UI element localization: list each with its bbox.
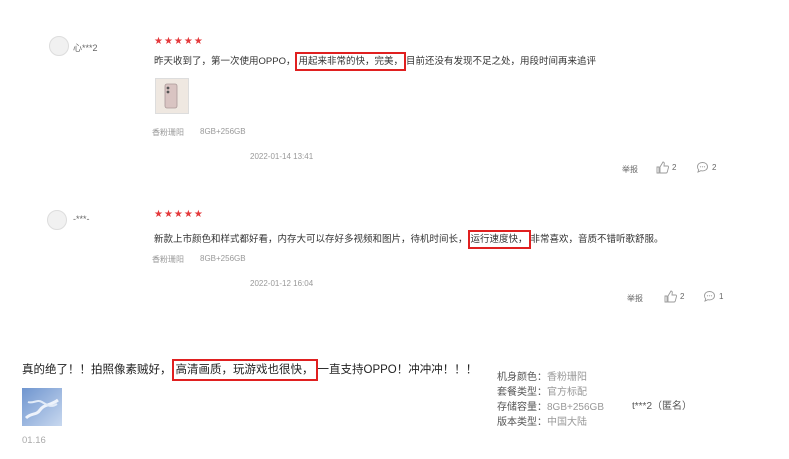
comment-button[interactable]: 2 <box>696 161 716 174</box>
spec-row: 存储容量：8GB+256GB <box>497 400 604 415</box>
report-button[interactable]: 举报 <box>622 164 638 175</box>
spec-row: 机身颜色：香粉珊阳 <box>497 370 604 385</box>
review-text-highlight: 运行速度快， <box>467 230 531 249</box>
user-avatar <box>47 210 67 230</box>
spec-storage: 8GB+256GB <box>200 254 246 263</box>
comment-button[interactable]: 1 <box>703 290 723 303</box>
review-text-end: 非常喜欢，音质不错听歌舒服。 <box>530 234 664 245</box>
review-text-start: 昨天收到了，第一次使用OPPO， <box>154 56 296 67</box>
report-button[interactable]: 举报 <box>627 293 643 304</box>
comment-bubble-icon <box>697 162 708 173</box>
spec-value: 中国大陆 <box>547 417 587 428</box>
spec-color: 香粉珊阳 <box>152 128 184 137</box>
review-text-start: 新款上市颜色和样式都好看，内存大可以存好多视频和图片，待机时间长， <box>154 234 468 245</box>
review-photo-thumbnail[interactable] <box>22 388 62 426</box>
sky-photo-icon <box>22 388 62 426</box>
spec-label: 版本类型： <box>497 417 547 428</box>
report-label: 举报 <box>622 165 638 174</box>
comment-count: 1 <box>719 292 724 301</box>
review-photo-thumbnail[interactable] <box>155 78 189 114</box>
anonymous-username: t***2（匿名） <box>632 401 693 412</box>
like-button[interactable]: 2 <box>664 290 684 303</box>
review-text-highlight: 高清画质，玩游戏也很快， <box>171 359 318 381</box>
phone-photo-icon <box>156 79 188 113</box>
star-rating: ★★★★★ <box>154 209 204 220</box>
user-avatar <box>49 36 69 56</box>
review-date: 01.16 <box>22 435 46 446</box>
review-text-highlight: 用起来非常的快，完美， <box>295 52 406 71</box>
review-text-end: 目前还没有发现不足之处，用段时间再来追评 <box>405 56 596 67</box>
like-count: 2 <box>680 292 685 301</box>
review-date: 2022-01-14 13:41 <box>250 152 314 161</box>
spec-value: 香粉珊阳 <box>547 372 587 383</box>
spec-label: 存储容量： <box>497 402 547 413</box>
review-text: 昨天收到了，第一次使用OPPO， 用起来非常的快，完美， 目前还没有发现不足之处，用… <box>154 52 596 71</box>
spec-row: 套餐类型：官方标配 <box>497 385 604 400</box>
comment-count: 2 <box>712 163 717 172</box>
review-date: 2022-01-12 16:04 <box>250 279 314 288</box>
review-username: -***- <box>73 214 90 224</box>
product-specs: 机身颜色：香粉珊阳 套餐类型：官方标配 存储容量：8GB+256GB 版本类型：… <box>497 370 604 430</box>
spec-label: 套餐类型： <box>497 387 547 398</box>
like-button[interactable]: 2 <box>656 161 676 174</box>
comment-bubble-icon <box>704 291 715 302</box>
review-text-start: 真的绝了！！拍照像素贼好， <box>22 364 172 376</box>
star-rating: ★★★★★ <box>154 36 204 47</box>
report-label: 举报 <box>627 294 643 303</box>
spec-value: 8GB+256GB <box>547 402 604 413</box>
spec-value: 官方标配 <box>547 387 587 398</box>
review-text-end: 一直支持OPPO！冲冲冲！！！ <box>317 364 478 376</box>
thumbs-up-icon <box>656 161 669 174</box>
spec-label: 机身颜色： <box>497 372 547 383</box>
spec-storage: 8GB+256GB <box>200 127 246 136</box>
spec-row: 版本类型：中国大陆 <box>497 415 604 430</box>
review-text: 新款上市颜色和样式都好看，内存大可以存好多视频和图片，待机时间长， 运行速度快，非… <box>154 230 664 249</box>
review-username: 心***2 <box>73 43 98 53</box>
like-count: 2 <box>672 163 677 172</box>
review-text: 真的绝了！！拍照像素贼好， 高清画质，玩游戏也很快， 一直支持OPPO！冲冲冲！！！ <box>22 359 478 381</box>
thumbs-up-icon <box>664 290 677 303</box>
spec-color: 香粉珊阳 <box>152 255 184 264</box>
